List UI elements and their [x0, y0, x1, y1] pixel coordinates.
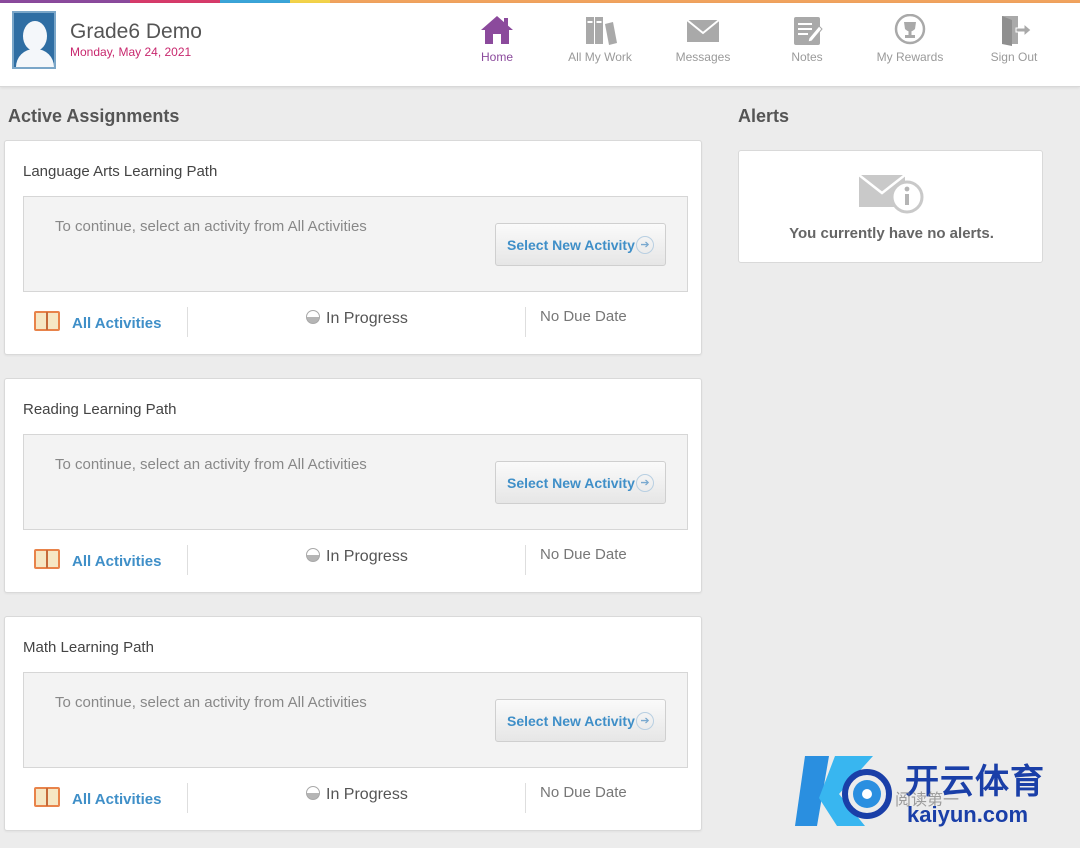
assignment-panel: To continue, select an activity from All…: [23, 672, 688, 768]
status-text: In Progress: [326, 310, 408, 327]
select-new-activity-button[interactable]: Select New Activity ➔: [495, 223, 666, 266]
status-text: In Progress: [326, 786, 408, 803]
watermark-url: kaiyun.com: [907, 802, 1029, 827]
assignment-title: Language Arts Learning Path: [23, 163, 218, 180]
envelope-info-icon: [858, 174, 924, 214]
avatar[interactable]: [12, 11, 56, 69]
book-icon: [34, 549, 60, 569]
book-icon: [34, 311, 60, 331]
current-date: Monday, May 24, 2021: [70, 45, 192, 59]
envelope-icon: [686, 19, 720, 42]
header: Grade6 Demo Monday, May 24, 2021 Home Al…: [0, 3, 1080, 87]
home-icon: [481, 16, 513, 44]
alerts-panel: You currently have no alerts.: [738, 150, 1043, 263]
nav-label: My Rewards: [876, 50, 944, 64]
arrow-right-icon: ➔: [636, 236, 654, 254]
arrow-right-icon: ➔: [636, 474, 654, 492]
nav-all-my-work[interactable]: All My Work: [550, 14, 650, 64]
select-new-activity-button[interactable]: Select New Activity ➔: [495, 461, 666, 504]
assignment-card-language-arts: Language Arts Learning Path To continue,…: [4, 140, 702, 355]
nav-home[interactable]: Home: [447, 14, 547, 64]
logo-k-icon: [795, 756, 892, 826]
divider: [187, 307, 188, 337]
book-icon: [34, 787, 60, 807]
user-name: Grade6 Demo: [70, 20, 202, 43]
all-activities-link[interactable]: All Activities: [72, 791, 161, 808]
status-indicator-icon: [306, 548, 320, 562]
assignment-panel: To continue, select an activity from All…: [23, 434, 688, 530]
button-label: Select New Activity: [507, 474, 635, 491]
assignment-footer: All Activities In Progress No Due Date: [5, 781, 703, 821]
nav-label: All My Work: [568, 50, 632, 64]
no-alerts-message: You currently have no alerts.: [789, 225, 994, 242]
button-label: Select New Activity: [507, 236, 635, 253]
assignment-message: To continue, select an activity from All…: [55, 456, 367, 473]
books-icon: [586, 17, 617, 45]
divider: [525, 783, 526, 813]
active-assignments-heading: Active Assignments: [8, 106, 180, 126]
status-indicator-icon: [306, 310, 320, 324]
divider: [187, 783, 188, 813]
status-indicator-icon: [306, 786, 320, 800]
assignment-footer: All Activities In Progress No Due Date: [5, 543, 703, 583]
assignment-message: To continue, select an activity from All…: [55, 218, 367, 235]
due-date: No Due Date: [540, 546, 627, 563]
sign-out-icon: [1002, 16, 1032, 46]
nav-sign-out[interactable]: Sign Out: [964, 14, 1064, 64]
nav-label: Notes: [791, 50, 823, 64]
arrow-right-icon: ➔: [636, 712, 654, 730]
assignment-message: To continue, select an activity from All…: [55, 694, 367, 711]
alerts-heading: Alerts: [738, 106, 790, 126]
nav-messages[interactable]: Messages: [653, 14, 753, 64]
button-label: Select New Activity: [507, 712, 635, 729]
nav-label: Sign Out: [990, 50, 1038, 64]
nav-my-rewards[interactable]: My Rewards: [860, 14, 960, 64]
divider: [525, 307, 526, 337]
assignment-title: Math Learning Path: [23, 639, 154, 656]
assignment-card-reading: Reading Learning Path To continue, selec…: [4, 378, 702, 593]
status-text: In Progress: [326, 548, 408, 565]
assignment-title: Reading Learning Path: [23, 401, 177, 418]
nav-label: Messages: [675, 50, 731, 64]
trophy-icon: [894, 14, 926, 45]
assignment-footer: All Activities In Progress No Due Date: [5, 305, 703, 345]
divider: [525, 545, 526, 575]
divider: [187, 545, 188, 575]
due-date: No Due Date: [540, 784, 627, 801]
nav-notes[interactable]: Notes: [757, 14, 857, 64]
all-activities-link[interactable]: All Activities: [72, 315, 161, 332]
notes-icon: [794, 17, 823, 45]
select-new-activity-button[interactable]: Select New Activity ➔: [495, 699, 666, 742]
assignment-card-math: Math Learning Path To continue, select a…: [4, 616, 702, 831]
due-date: No Due Date: [540, 308, 627, 325]
assignment-panel: To continue, select an activity from All…: [23, 196, 688, 292]
nav-label: Home: [480, 50, 513, 64]
all-activities-link[interactable]: All Activities: [72, 553, 161, 570]
watermark-logo: 开云体育 阅读第一 kaiyun.com: [795, 748, 1075, 838]
